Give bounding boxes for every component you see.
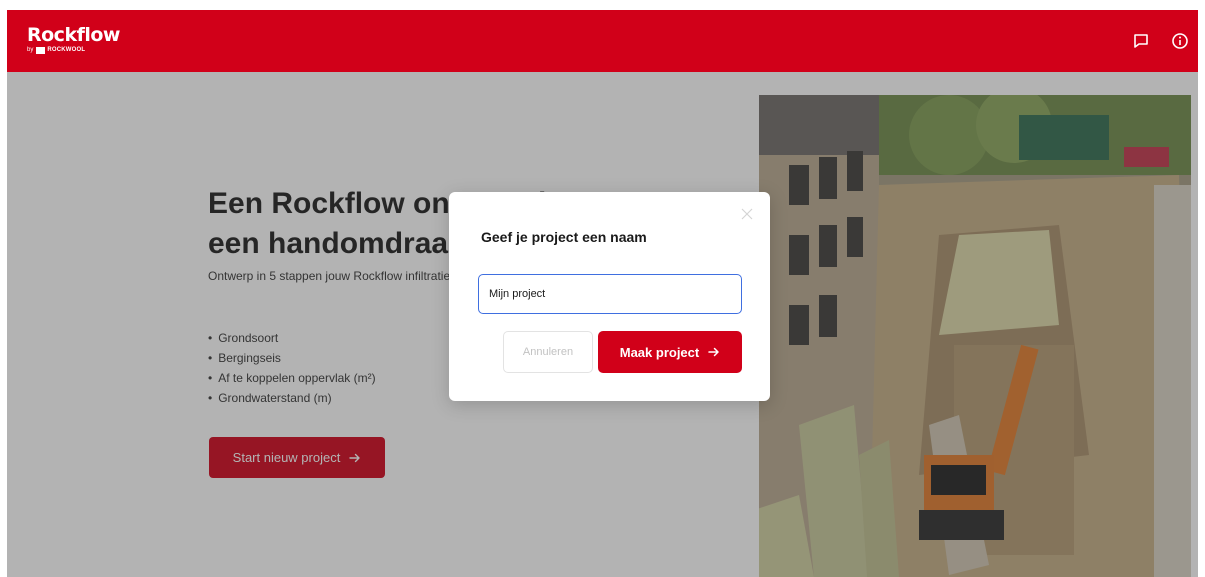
logo-parent-brand: ROCKWOOL xyxy=(47,47,86,53)
info-icon[interactable] xyxy=(1170,31,1190,51)
chat-bubble-icon[interactable] xyxy=(1131,31,1151,51)
cancel-button[interactable]: Annuleren xyxy=(503,331,593,373)
rockwool-mark-icon xyxy=(36,46,46,54)
dialog-title: Geef je project een naam xyxy=(481,229,647,245)
rockflow-logo[interactable]: Rockflow by ROCKWOOL xyxy=(27,25,120,54)
project-name-input[interactable] xyxy=(478,274,742,314)
top-bar: Rockflow by ROCKWOOL xyxy=(7,10,1198,72)
close-icon[interactable] xyxy=(741,207,753,220)
project-name-dialog: Geef je project een naam Annuleren Maak … xyxy=(449,192,770,401)
logo-wordmark: Rockflow xyxy=(27,24,120,46)
create-button-label: Maak project xyxy=(619,344,700,360)
logo-byline: by ROCKWOOL xyxy=(27,46,120,54)
arrow-right-icon xyxy=(708,346,720,358)
create-project-button[interactable]: Maak project xyxy=(598,331,742,373)
app-frame: Rockflow by ROCKWOOL Een Rockflow ontwer… xyxy=(7,10,1198,577)
logo-by-text: by xyxy=(27,47,34,53)
